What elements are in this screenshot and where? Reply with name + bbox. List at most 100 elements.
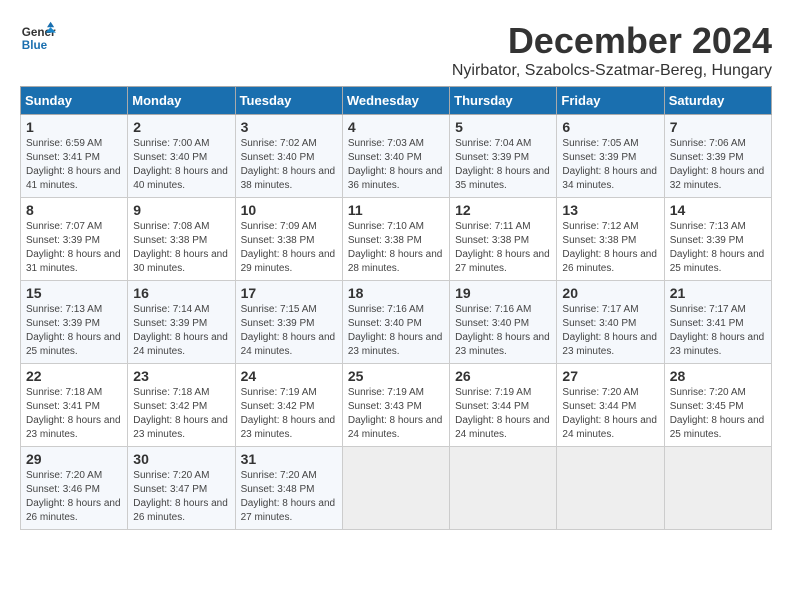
calendar-cell: 14Sunrise: 7:13 AMSunset: 3:39 PMDayligh… — [664, 198, 771, 281]
calendar-subtitle: Nyirbator, Szabolcs-Szatmar-Bereg, Hunga… — [452, 62, 772, 80]
calendar-cell: 16Sunrise: 7:14 AMSunset: 3:39 PMDayligh… — [128, 281, 235, 364]
calendar-week-1: 8 Sunrise: 7:07 AMSunset: 3:39 PMDaylight… — [21, 198, 772, 281]
logo: General Blue — [20, 20, 56, 56]
weekday-header-friday: Friday — [557, 87, 664, 115]
day-number: 21 — [670, 285, 766, 301]
day-number: 24 — [241, 368, 337, 384]
day-number: 17 — [241, 285, 337, 301]
day-info: Sunrise: 7:17 AMSunset: 3:40 PMDaylight:… — [562, 304, 657, 357]
calendar-cell — [664, 447, 771, 530]
day-info: Sunrise: 7:18 AMSunset: 3:41 PMDaylight:… — [26, 387, 121, 440]
day-info: Sunrise: 7:20 AMSunset: 3:48 PMDaylight:… — [241, 470, 336, 523]
calendar-week-3: 22 Sunrise: 7:18 AMSunset: 3:41 PMDayligh… — [21, 364, 772, 447]
day-info: Sunrise: 7:05 AMSunset: 3:39 PMDaylight:… — [562, 138, 657, 191]
day-info: Sunrise: 7:20 AMSunset: 3:46 PMDaylight:… — [26, 470, 121, 523]
day-number: 5 — [455, 119, 551, 135]
calendar-cell: 11 Sunrise: 7:10 AMSunset: 3:38 PMDayligh… — [342, 198, 449, 281]
calendar-cell: 25 Sunrise: 7:19 AMSunset: 3:43 PMDayligh… — [342, 364, 449, 447]
calendar-cell: 9Sunrise: 7:08 AMSunset: 3:38 PMDaylight… — [128, 198, 235, 281]
day-info: Sunrise: 7:11 AMSunset: 3:38 PMDaylight:… — [455, 221, 550, 274]
day-info: Sunrise: 7:16 AMSunset: 3:40 PMDaylight:… — [455, 304, 550, 357]
day-info: Sunrise: 7:16 AMSunset: 3:40 PMDaylight:… — [348, 304, 443, 357]
calendar-cell: 29 Sunrise: 7:20 AMSunset: 3:46 PMDayligh… — [21, 447, 128, 530]
day-info: Sunrise: 7:07 AMSunset: 3:39 PMDaylight:… — [26, 221, 121, 274]
calendar-cell: 30Sunrise: 7:20 AMSunset: 3:47 PMDayligh… — [128, 447, 235, 530]
day-number: 18 — [348, 285, 444, 301]
calendar-cell: 22 Sunrise: 7:18 AMSunset: 3:41 PMDayligh… — [21, 364, 128, 447]
day-number: 28 — [670, 368, 766, 384]
day-number: 11 — [348, 202, 444, 218]
calendar-cell: 28 Sunrise: 7:20 AMSunset: 3:45 PMDayligh… — [664, 364, 771, 447]
day-info: Sunrise: 7:18 AMSunset: 3:42 PMDaylight:… — [133, 387, 228, 440]
calendar-cell: 10Sunrise: 7:09 AMSunset: 3:38 PMDayligh… — [235, 198, 342, 281]
calendar-cell: 4Sunrise: 7:03 AMSunset: 3:40 PMDaylight… — [342, 115, 449, 198]
logo-icon: General Blue — [20, 20, 56, 56]
day-info: Sunrise: 7:06 AMSunset: 3:39 PMDaylight:… — [670, 138, 765, 191]
day-number: 9 — [133, 202, 229, 218]
calendar-week-0: 1 Sunrise: 6:59 AMSunset: 3:41 PMDaylight… — [21, 115, 772, 198]
day-info: Sunrise: 7:00 AMSunset: 3:40 PMDaylight:… — [133, 138, 228, 191]
day-info: Sunrise: 7:20 AMSunset: 3:44 PMDaylight:… — [562, 387, 657, 440]
calendar-cell: 3 Sunrise: 7:02 AMSunset: 3:40 PMDaylight… — [235, 115, 342, 198]
calendar-cell: 19 Sunrise: 7:16 AMSunset: 3:40 PMDayligh… — [450, 281, 557, 364]
day-number: 1 — [26, 119, 122, 135]
calendar-cell: 26Sunrise: 7:19 AMSunset: 3:44 PMDayligh… — [450, 364, 557, 447]
day-info: Sunrise: 7:15 AMSunset: 3:39 PMDaylight:… — [241, 304, 336, 357]
calendar-week-2: 15 Sunrise: 7:13 AMSunset: 3:39 PMDayligh… — [21, 281, 772, 364]
calendar-cell: 6 Sunrise: 7:05 AMSunset: 3:39 PMDaylight… — [557, 115, 664, 198]
day-info: Sunrise: 7:19 AMSunset: 3:43 PMDaylight:… — [348, 387, 443, 440]
weekday-header-thursday: Thursday — [450, 87, 557, 115]
day-info: Sunrise: 7:04 AMSunset: 3:39 PMDaylight:… — [455, 138, 550, 191]
calendar-cell: 8 Sunrise: 7:07 AMSunset: 3:39 PMDaylight… — [21, 198, 128, 281]
day-info: Sunrise: 7:13 AMSunset: 3:39 PMDaylight:… — [26, 304, 121, 357]
day-number: 19 — [455, 285, 551, 301]
day-info: Sunrise: 7:19 AMSunset: 3:42 PMDaylight:… — [241, 387, 336, 440]
day-number: 31 — [241, 451, 337, 467]
calendar-title: December 2024 — [452, 20, 772, 62]
calendar-cell: 23Sunrise: 7:18 AMSunset: 3:42 PMDayligh… — [128, 364, 235, 447]
calendar-cell: 18 Sunrise: 7:16 AMSunset: 3:40 PMDayligh… — [342, 281, 449, 364]
day-number: 15 — [26, 285, 122, 301]
day-number: 20 — [562, 285, 658, 301]
day-number: 27 — [562, 368, 658, 384]
day-info: Sunrise: 7:03 AMSunset: 3:40 PMDaylight:… — [348, 138, 443, 191]
calendar-cell: 13 Sunrise: 7:12 AMSunset: 3:38 PMDayligh… — [557, 198, 664, 281]
day-number: 26 — [455, 368, 551, 384]
calendar-cell: 20 Sunrise: 7:17 AMSunset: 3:40 PMDayligh… — [557, 281, 664, 364]
day-info: Sunrise: 7:17 AMSunset: 3:41 PMDaylight:… — [670, 304, 765, 357]
weekday-header-monday: Monday — [128, 87, 235, 115]
day-info: Sunrise: 7:20 AMSunset: 3:45 PMDaylight:… — [670, 387, 765, 440]
day-number: 3 — [241, 119, 337, 135]
calendar-cell — [557, 447, 664, 530]
calendar-cell: 2Sunrise: 7:00 AMSunset: 3:40 PMDaylight… — [128, 115, 235, 198]
day-info: Sunrise: 7:09 AMSunset: 3:38 PMDaylight:… — [241, 221, 336, 274]
weekday-header-saturday: Saturday — [664, 87, 771, 115]
calendar-cell: 7 Sunrise: 7:06 AMSunset: 3:39 PMDaylight… — [664, 115, 771, 198]
calendar-cell: 17 Sunrise: 7:15 AMSunset: 3:39 PMDayligh… — [235, 281, 342, 364]
day-number: 12 — [455, 202, 551, 218]
day-number: 22 — [26, 368, 122, 384]
day-number: 6 — [562, 119, 658, 135]
calendar-cell: 27 Sunrise: 7:20 AMSunset: 3:44 PMDayligh… — [557, 364, 664, 447]
day-number: 7 — [670, 119, 766, 135]
day-info: Sunrise: 7:10 AMSunset: 3:38 PMDaylight:… — [348, 221, 443, 274]
day-number: 8 — [26, 202, 122, 218]
day-number: 25 — [348, 368, 444, 384]
day-number: 14 — [670, 202, 766, 218]
day-info: Sunrise: 7:02 AMSunset: 3:40 PMDaylight:… — [241, 138, 336, 191]
title-block: December 2024 Nyirbator, Szabolcs-Szatma… — [452, 20, 772, 80]
day-number: 16 — [133, 285, 229, 301]
day-info: Sunrise: 7:12 AMSunset: 3:38 PMDaylight:… — [562, 221, 657, 274]
day-number: 13 — [562, 202, 658, 218]
svg-text:Blue: Blue — [22, 39, 48, 52]
calendar-week-4: 29 Sunrise: 7:20 AMSunset: 3:46 PMDayligh… — [21, 447, 772, 530]
day-info: Sunrise: 7:20 AMSunset: 3:47 PMDaylight:… — [133, 470, 228, 523]
calendar-cell: 24 Sunrise: 7:19 AMSunset: 3:42 PMDayligh… — [235, 364, 342, 447]
day-info: Sunrise: 6:59 AMSunset: 3:41 PMDaylight:… — [26, 138, 121, 191]
calendar-cell: 31 Sunrise: 7:20 AMSunset: 3:48 PMDayligh… — [235, 447, 342, 530]
calendar-cell: 15 Sunrise: 7:13 AMSunset: 3:39 PMDayligh… — [21, 281, 128, 364]
calendar-cell — [342, 447, 449, 530]
weekday-header-wednesday: Wednesday — [342, 87, 449, 115]
day-number: 29 — [26, 451, 122, 467]
calendar-table: SundayMondayTuesdayWednesdayThursdayFrid… — [20, 86, 772, 530]
